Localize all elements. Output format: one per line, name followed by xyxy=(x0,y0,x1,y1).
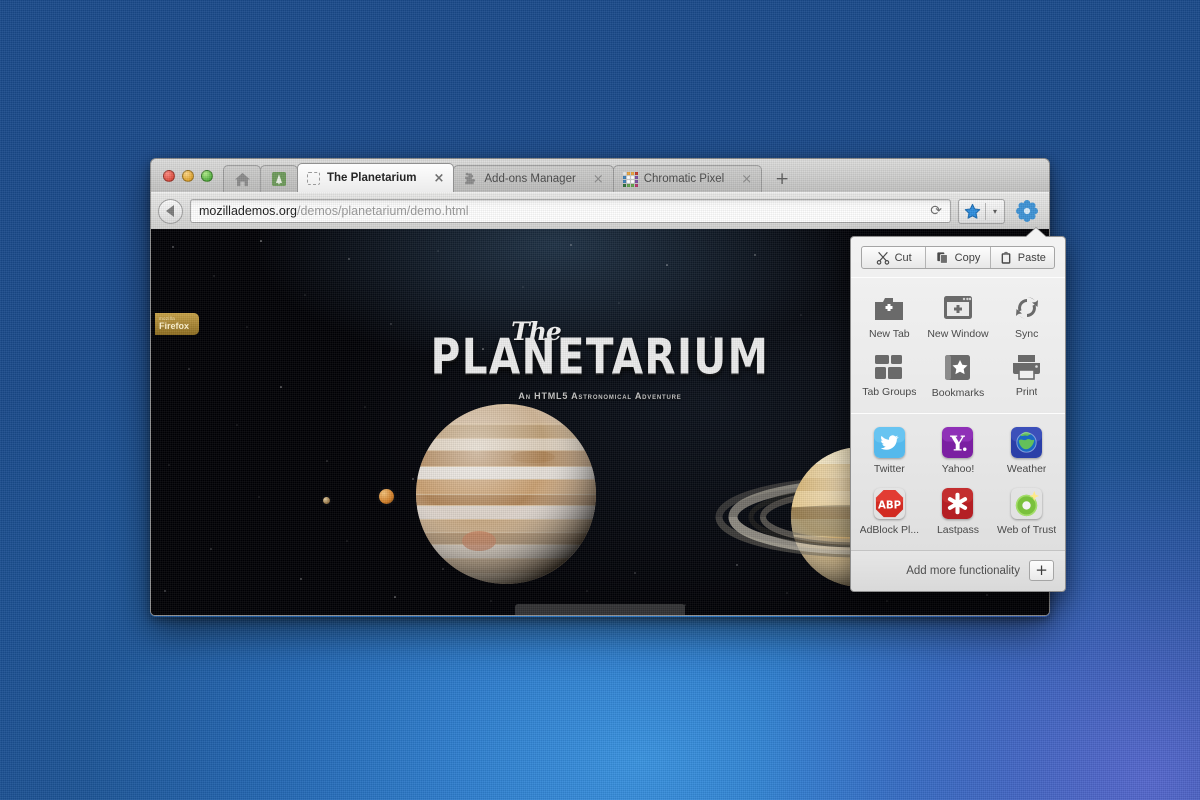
cut-label: Cut xyxy=(895,252,912,264)
home-icon xyxy=(234,172,251,187)
sync-action[interactable]: Sync xyxy=(992,287,1061,347)
tab-title: The Planetarium xyxy=(327,172,416,184)
minimize-window-button[interactable] xyxy=(182,170,194,182)
lastpass-asterisk-icon xyxy=(942,488,973,519)
window-chrome: The Planetarium × Add-ons Manager × xyxy=(150,158,1050,229)
back-arrow-icon xyxy=(166,205,174,217)
twitter-bird-icon xyxy=(874,427,905,458)
copy-label: Copy xyxy=(955,252,981,264)
svg-text:ABP: ABP xyxy=(878,500,902,511)
addon-label: AdBlock Pl... xyxy=(860,524,920,536)
planet-jupiter[interactable] xyxy=(413,401,599,587)
desktop-background: The Planetarium × Add-ons Manager × xyxy=(0,0,1200,800)
pixel-grid-icon xyxy=(623,172,637,186)
new-tab-button[interactable]: + xyxy=(767,165,797,192)
panel-pointer xyxy=(1026,228,1046,237)
tab-title: Add-ons Manager xyxy=(484,173,575,185)
url-text: mozillademos.org/demos/planetarium/demo.… xyxy=(199,204,469,218)
panel-action-grid: New Tab New Window Sync xyxy=(851,278,1065,413)
tab-title: Chromatic Pixel xyxy=(644,173,725,185)
planet-mercury[interactable] xyxy=(323,497,330,504)
gear-icon xyxy=(1015,199,1039,223)
scissors-icon xyxy=(876,251,890,265)
svg-text:Y: Y xyxy=(950,431,966,455)
firefox-menu-panel: Cut Copy Paste xyxy=(850,236,1066,592)
new-tab-action[interactable]: New Tab xyxy=(855,287,924,347)
print-label: Print xyxy=(1016,386,1038,398)
web-of-trust-icon xyxy=(1011,488,1042,519)
sync-icon xyxy=(1012,293,1042,323)
addon-weather[interactable]: Weather xyxy=(992,421,1061,482)
new-tab-label: New Tab xyxy=(869,328,910,340)
new-window-action[interactable]: New Window xyxy=(924,287,993,347)
print-action[interactable]: Print xyxy=(992,347,1061,406)
navigation-toolbar: mozillademos.org/demos/planetarium/demo.… xyxy=(151,192,1049,229)
reload-icon[interactable]: ⟳ xyxy=(922,203,942,219)
start-button[interactable]: CLICK ON A PLANET TO START xyxy=(515,604,685,616)
tab-chromatic-pixel[interactable]: Chromatic Pixel × xyxy=(613,165,762,192)
addon-web-of-trust[interactable]: Web of Trust xyxy=(992,482,1061,543)
tab-close-icon[interactable]: × xyxy=(433,172,444,185)
bookmarks-action[interactable]: Bookmarks xyxy=(924,347,993,406)
clipboard-row: Cut Copy Paste xyxy=(861,246,1055,269)
paste-label: Paste xyxy=(1018,252,1046,264)
bookmarks-label: Bookmarks xyxy=(932,387,985,399)
yahoo-y-icon: Y xyxy=(942,427,973,458)
tab-app-home[interactable] xyxy=(223,165,261,192)
planet-venus[interactable] xyxy=(379,489,394,504)
dashed-placeholder-icon xyxy=(307,172,320,185)
addon-yahoo[interactable]: Y Yahoo! xyxy=(924,421,993,482)
panel-footer: Add more functionality + xyxy=(851,550,1065,591)
tab-add-ons-manager[interactable]: Add-ons Manager × xyxy=(453,165,613,192)
url-path: /demos/planetarium/demo.html xyxy=(297,204,469,218)
clipboard-icon xyxy=(999,251,1013,265)
star-icon xyxy=(964,203,981,220)
panel-addons-grid: Twitter Y Yahoo! xyxy=(851,414,1065,550)
back-button[interactable] xyxy=(158,199,183,224)
addon-label: Lastpass xyxy=(937,524,979,536)
adblock-plus-icon: ABP xyxy=(874,488,905,519)
new-tab-icon xyxy=(872,293,906,323)
weather-globe-icon xyxy=(1011,427,1042,458)
printer-icon xyxy=(1011,353,1042,381)
bookmarks-star-icon xyxy=(943,353,972,382)
tab-close-icon[interactable]: × xyxy=(593,173,604,186)
tab-groups-label: Tab Groups xyxy=(862,386,916,398)
url-bar[interactable]: mozillademos.org/demos/planetarium/demo.… xyxy=(190,199,951,223)
copy-pages-icon xyxy=(936,251,950,265)
addon-label: Yahoo! xyxy=(942,463,975,475)
paste-button[interactable]: Paste xyxy=(991,247,1054,268)
tab-app-green[interactable] xyxy=(260,165,298,192)
tab-close-icon[interactable]: × xyxy=(741,173,752,186)
firefox-menu-button[interactable] xyxy=(1012,197,1042,225)
url-host: mozillademos.org xyxy=(199,204,297,218)
addon-label: Web of Trust xyxy=(997,524,1056,536)
sync-label: Sync xyxy=(1015,328,1038,340)
tab-groups-icon xyxy=(874,353,904,381)
window-traffic-lights xyxy=(159,159,223,192)
green-app-icon xyxy=(272,172,286,186)
puzzle-piece-icon xyxy=(463,172,477,186)
tab-groups-action[interactable]: Tab Groups xyxy=(855,347,924,406)
new-window-icon xyxy=(942,293,974,323)
copy-button[interactable]: Copy xyxy=(926,247,990,268)
bookmark-star-control[interactable]: ▾ xyxy=(958,199,1005,224)
bookmark-star-button[interactable] xyxy=(959,203,985,220)
close-window-button[interactable] xyxy=(163,170,175,182)
add-more-functionality-label: Add more functionality xyxy=(906,565,1020,577)
tab-the-planetarium[interactable]: The Planetarium × xyxy=(297,163,454,192)
cut-button[interactable]: Cut xyxy=(862,247,926,268)
new-window-label: New Window xyxy=(927,328,988,340)
addon-twitter[interactable]: Twitter xyxy=(855,421,924,482)
maximize-window-button[interactable] xyxy=(201,170,213,182)
chevron-down-icon[interactable]: ▾ xyxy=(986,207,1004,216)
add-more-functionality-button[interactable]: + xyxy=(1029,560,1054,581)
addon-label: Weather xyxy=(1007,463,1047,475)
addon-label: Twitter xyxy=(874,463,905,475)
addon-adblock-plus[interactable]: ABP AdBlock Pl... xyxy=(855,482,924,543)
addon-lastpass[interactable]: Lastpass xyxy=(924,482,993,543)
tab-strip: The Planetarium × Add-ons Manager × xyxy=(151,159,1049,192)
